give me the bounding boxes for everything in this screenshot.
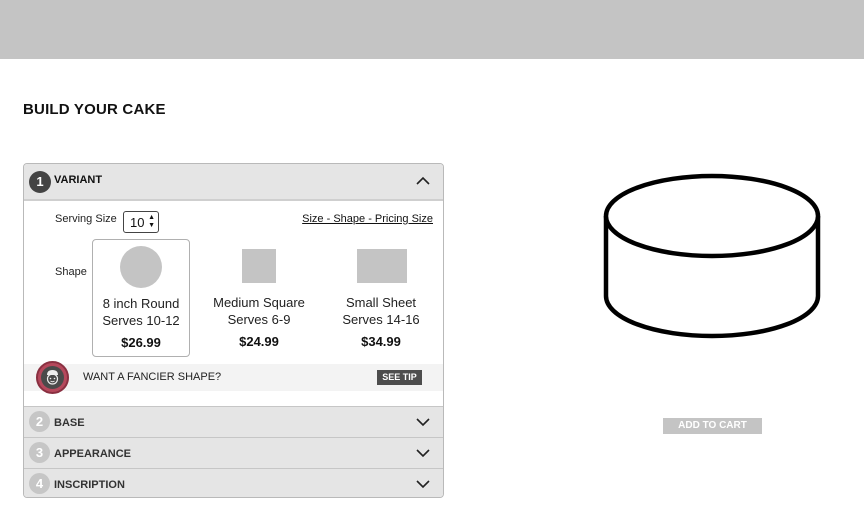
option-price: $34.99 [361,334,401,349]
section-title: APPEARANCE [54,448,132,460]
page-title: BUILD YOUR CAKE [23,101,166,118]
cake-preview-icon [603,173,821,339]
option-price: $24.99 [239,334,279,349]
option-name: Medium Square Serves 6-9 [213,295,305,327]
option-name: 8 inch Round Serves 10-12 [102,296,180,328]
appearance-section-header[interactable]: 3 APPEARANCE [24,437,443,468]
serving-size-label: Serving Size [55,213,117,225]
inscription-section-header[interactable]: 4 INSCRIPTION [24,468,443,497]
option-name: Small Sheet Serves 14-16 [342,295,420,327]
chevron-down-icon[interactable] [415,414,431,430]
chevron-down-icon[interactable] [415,445,431,461]
variant-section-header[interactable]: 1 VARIANT [24,164,443,201]
step-number-badge: 1 [29,171,51,193]
shape-option-sheet[interactable]: Small Sheet Serves 14-16 $34.99 [332,239,430,357]
serving-size-value: 10 [130,215,145,230]
chef-face-icon [46,370,59,385]
option-price: $26.99 [121,335,161,350]
shape-option-square[interactable]: Medium Square Serves 6-9 $24.99 [210,239,308,357]
sheet-shape-icon [357,249,407,283]
step-number-badge: 2 [29,411,50,432]
chef-avatar-icon [36,361,69,394]
cake-builder-accordion: 1 VARIANT Serving Size 10 ▲ ▼ Size - Shap… [23,163,444,498]
section-title: VARIANT [54,174,103,186]
base-section-header[interactable]: 2 BASE [24,406,443,437]
add-to-cart-button[interactable]: ADD TO CART [663,418,762,434]
top-header-bar [0,0,864,59]
serving-size-stepper[interactable]: 10 ▲ ▼ [123,211,159,233]
pricing-guide-link[interactable]: Size - Shape - Pricing Size [302,213,433,225]
chevron-up-icon[interactable] [415,173,431,189]
shape-option-round[interactable]: 8 inch Round Serves 10-12 $26.99 [92,239,190,357]
see-tip-button[interactable]: SEE TIP [377,370,422,385]
step-number-badge: 4 [29,473,50,494]
section-title: INSCRIPTION [54,479,125,491]
step-number-badge: 3 [29,442,50,463]
stepper-arrows-icon[interactable]: ▲ ▼ [148,214,155,230]
chevron-down-icon[interactable] [415,476,431,492]
square-shape-icon [242,249,276,283]
round-shape-icon [120,246,162,288]
tip-text: WANT A FANCIER SHAPE? [83,371,222,383]
section-title: BASE [54,417,85,429]
shape-label: Shape [55,266,87,278]
avatar-inner [41,366,64,389]
